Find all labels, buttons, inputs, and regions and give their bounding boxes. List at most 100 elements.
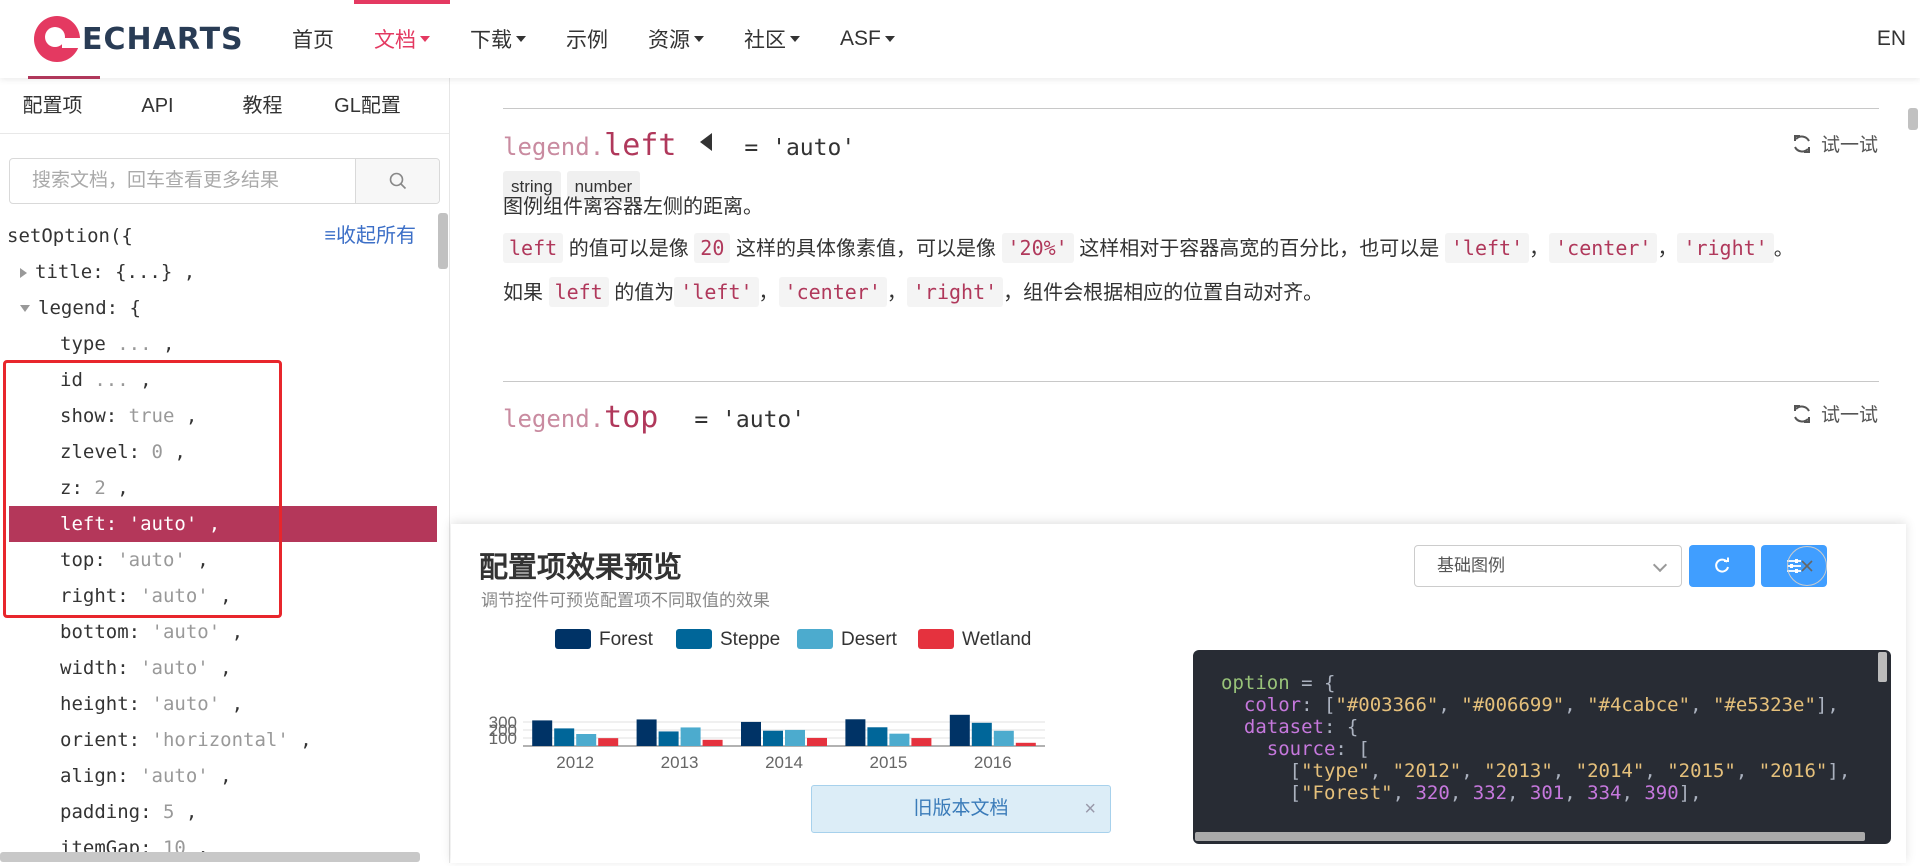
try-label: 试一试 <box>1820 405 1878 426</box>
option-tree-item[interactable]: type ... , <box>0 326 440 362</box>
chevron-down-icon <box>1652 557 1668 573</box>
option-tree-item[interactable]: show: true , <box>0 398 440 434</box>
sidebar-tab-2[interactable]: 教程 <box>210 78 315 133</box>
nav-item-3[interactable]: 示例 <box>546 0 628 78</box>
search-icon <box>389 172 406 190</box>
code-token: 332 <box>1472 782 1508 804</box>
sidebar-tab-0[interactable]: 配置项 <box>0 78 105 133</box>
bar <box>680 727 701 746</box>
close-icon <box>1801 560 1813 572</box>
option-tree-item[interactable]: top: 'auto' , <box>0 542 440 578</box>
tree-suffix: , <box>151 333 175 355</box>
code-token: , <box>1735 760 1759 782</box>
tree-key: title: {...} <box>35 261 173 283</box>
code-token: 390 <box>1644 782 1679 804</box>
code-token: ], <box>1815 694 1839 716</box>
option-tree-item[interactable]: bottom: 'auto' , <box>0 614 440 650</box>
language-switch[interactable]: EN <box>1877 0 1906 78</box>
paragraph-text: 。 <box>1773 238 1794 260</box>
echarts-logo[interactable]: ECHARTS <box>34 14 244 64</box>
close-preview-button[interactable] <box>1787 546 1827 586</box>
option-tree-item[interactable]: id ... , <box>0 362 440 398</box>
caret-down-icon <box>790 36 800 42</box>
sidebar-tab-1[interactable]: API <box>105 78 210 133</box>
sidebar-scrollbar-horizontal[interactable] <box>0 852 420 862</box>
option-tree-item[interactable]: left: 'auto' , <box>9 506 437 542</box>
sidebar-tab-3[interactable]: GL配置 <box>315 78 420 133</box>
code-token: : [ <box>1335 738 1370 760</box>
nav-item-label: ASF <box>840 27 881 50</box>
bar <box>889 733 910 746</box>
nav-item-1[interactable]: 文档 <box>354 0 450 78</box>
paragraph-text: ， <box>1657 238 1678 260</box>
code-token: "#4cabce" <box>1587 694 1691 716</box>
inline-code: 'right' <box>1677 233 1774 263</box>
nav-item-0[interactable]: 首页 <box>272 0 354 78</box>
nav-item-5[interactable]: 社区 <box>724 0 820 78</box>
try-button-top[interactable]: 试一试 <box>1791 400 1878 427</box>
tree-suffix: , <box>172 261 196 283</box>
code-scrollbar-horizontal[interactable] <box>1195 832 1865 841</box>
old-version-doc-banner[interactable]: 旧版本文档 × <box>811 785 1111 833</box>
option-tree-item[interactable]: z: 2 , <box>0 470 440 506</box>
try-refresh-icon <box>1793 404 1810 423</box>
code-token: , <box>1438 694 1462 716</box>
tree-value: 'auto' <box>128 513 198 535</box>
code-token: dataset <box>1243 716 1324 738</box>
logo-underline <box>28 76 100 79</box>
nav-item-label: 资源 <box>648 29 690 52</box>
doc-scrollbar[interactable] <box>1908 108 1918 130</box>
option-tree-item[interactable]: padding: 5 , <box>0 794 440 830</box>
paragraph-text: 这样相对于容器高宽的百分比，也可以是 <box>1073 238 1445 260</box>
tree-suffix: , <box>174 801 198 823</box>
option-tree-item[interactable]: zlevel: 0 , <box>0 434 440 470</box>
code-token: ], <box>1827 760 1851 782</box>
example-select-value: 基础图例 <box>1437 556 1505 575</box>
refresh-button[interactable] <box>1689 545 1755 587</box>
code-token: : [ <box>1301 694 1336 716</box>
bar <box>763 730 783 746</box>
option-tree-item[interactable]: orient: 'horizontal' , <box>0 722 440 758</box>
code-token: , <box>1564 782 1588 804</box>
option-tree-item[interactable]: title: {...} , <box>0 254 440 290</box>
nav-item-label: 下载 <box>470 29 512 52</box>
back-arrow-icon[interactable] <box>700 133 713 151</box>
tree-key: legend: { <box>38 297 141 319</box>
option-tree-item[interactable]: right: 'auto' , <box>0 578 440 614</box>
expand-right-icon[interactable] <box>20 267 27 278</box>
search-button[interactable] <box>355 159 439 203</box>
bar <box>636 719 657 746</box>
tree-key: orient: <box>60 729 152 751</box>
nav-item-6[interactable]: ASF <box>820 0 915 78</box>
inline-code: 'center' <box>1549 233 1658 263</box>
tree-value: 'auto' <box>140 657 209 679</box>
nav-menu: 首页 文档 下载 示例 资源 社区 ASF <box>272 0 915 78</box>
code-token: , <box>1449 782 1473 804</box>
desc-paragraph-1: 图例组件离容器左侧的距离。 <box>503 196 763 218</box>
x-tick-label: 2012 <box>556 753 594 772</box>
example-select[interactable]: 基础图例 <box>1414 545 1682 587</box>
code-scrollbar-vertical[interactable] <box>1878 652 1887 682</box>
property-default: = 'auto' <box>744 135 856 161</box>
option-tree-item[interactable]: setOption({ <box>0 218 440 254</box>
sidebar-scrollbar-vertical[interactable] <box>438 213 448 269</box>
tree-value: 2 <box>94 477 106 499</box>
option-tree-item[interactable]: height: 'auto' , <box>0 686 440 722</box>
nav-item-label: 文档 <box>374 29 416 52</box>
code-token: [ <box>1221 782 1302 804</box>
expand-down-icon[interactable] <box>20 305 30 312</box>
option-tree-item[interactable]: align: 'auto' , <box>0 758 440 794</box>
nav-item-2[interactable]: 下载 <box>450 0 546 78</box>
try-refresh-icon <box>1793 134 1810 153</box>
code-token: "2016" <box>1758 760 1828 782</box>
try-button-left[interactable]: 试一试 <box>1791 130 1878 157</box>
code-token: "2013" <box>1484 760 1553 782</box>
option-sidebar: 配置项API教程GL配置 ≡收起所有 setOption({title: {..… <box>0 78 450 863</box>
nav-item-4[interactable]: 资源 <box>628 0 724 78</box>
code-token: : { <box>1323 716 1359 738</box>
search-input[interactable] <box>10 159 355 203</box>
close-banner-icon[interactable]: × <box>1084 786 1096 832</box>
tree-value: 'auto' <box>140 765 209 787</box>
option-tree-item[interactable]: legend: { <box>0 290 440 326</box>
option-tree-item[interactable]: width: 'auto' , <box>0 650 440 686</box>
